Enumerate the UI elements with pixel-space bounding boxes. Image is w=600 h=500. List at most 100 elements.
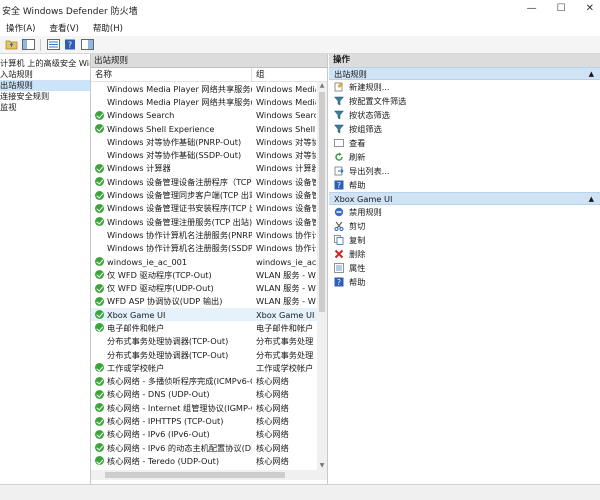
enabled-check-icon [95, 403, 104, 413]
menu-view[interactable]: 查看(V) [49, 22, 78, 34]
rule-row[interactable]: 核心网络 - Internet 组管理协议(IGMP-O... 核心网络 [91, 401, 327, 414]
minimize-icon[interactable]: — [527, 3, 537, 14]
rule-row[interactable]: 核心网络 - 多播侦听程序完成(ICMPv6-O... 核心网络 [91, 375, 327, 388]
action-item[interactable]: 删除 [329, 247, 600, 261]
tree-item-connection-security-rules[interactable]: 连接安全规则 [0, 91, 90, 102]
section-label: Xbox Game UI [334, 194, 393, 204]
rule-name: windows_ie_ac_001 [107, 256, 188, 267]
scroll-down-icon[interactable]: ▼ [317, 462, 327, 470]
maximize-icon[interactable]: ☐ [557, 3, 566, 14]
rule-row[interactable]: Windows 设备管理注册服务(TCP 出站) Windows 设备管 [91, 215, 327, 228]
action-item[interactable]: ? 帮助 [329, 178, 600, 192]
enabled-check-icon [95, 270, 104, 280]
action-item[interactable]: 刷新 [329, 150, 600, 164]
rule-name-cell: Windows Search [91, 110, 252, 120]
scroll-thumb[interactable] [319, 92, 325, 312]
rule-row[interactable]: Windows Search Windows Search [91, 109, 327, 122]
action-item[interactable]: 查看 [329, 136, 600, 150]
svg-text:?: ? [67, 41, 71, 50]
rule-name-cell: Windows Media Player 网络共享服务(U... [91, 96, 252, 108]
action-item[interactable]: 按状态筛选 [329, 108, 600, 122]
panel-toggle-icon[interactable] [80, 38, 94, 51]
rule-group: 分布式事务处理 [256, 336, 314, 347]
action-label: 按状态筛选 [349, 110, 390, 120]
rule-row[interactable]: Windows 设备管理证书安装程序(TCP 出... Windows 设备管 [91, 202, 327, 215]
rule-row[interactable]: 电子邮件和帐户 电子邮件和帐户 [91, 321, 327, 334]
menu-action[interactable]: 操作(A) [6, 22, 35, 34]
collapse-arrow-icon[interactable]: ▲ [589, 68, 594, 80]
rule-group: 核心网络 [256, 429, 289, 440]
action-label: 查看 [349, 138, 366, 148]
rule-group: 工作或学校帐户 [256, 362, 314, 373]
enabled-check-icon [95, 429, 104, 439]
rule-name: 核心网络 - Internet 组管理协议(IGMP-O... [107, 402, 252, 413]
properties-toolbar-icon[interactable] [46, 38, 60, 51]
tree-item-root[interactable]: 计算机 上的高级安全 Windo [0, 58, 90, 69]
rule-row[interactable]: Windows 设备管理同步客户端(TCP 出站) Windows 设备管 [91, 188, 327, 201]
rule-row[interactable]: Windows Shell Experience Windows Shell Ex [91, 122, 327, 135]
rule-row[interactable]: 核心网络 - DNS (UDP-Out) 核心网络 [91, 388, 327, 401]
action-item[interactable]: 禁用规则 [329, 205, 600, 219]
action-label: 按组筛选 [349, 124, 382, 134]
rule-row[interactable]: Xbox Game UI Xbox Game UI [91, 308, 327, 322]
rule-row[interactable]: 核心网络 - IPHTTPS (TCP-Out) 核心网络 [91, 414, 327, 427]
rule-row[interactable]: windows_ie_ac_001 windows_ie_ac_0 [91, 255, 327, 268]
action-item[interactable]: 属性 [329, 261, 600, 275]
rule-name: 仅 WFD 驱动程序(UDP-Out) [107, 283, 214, 294]
rule-row[interactable]: 核心网络 - Teredo (UDP-Out) 核心网络 [91, 454, 327, 467]
rule-row[interactable]: 分布式事务处理协调器(TCP-Out) 分布式事务处理 [91, 335, 327, 348]
delete-icon [334, 249, 344, 259]
close-icon[interactable]: ✕ [586, 3, 594, 14]
action-item[interactable]: 导出列表... [329, 164, 600, 178]
action-item[interactable]: 按配置文件筛选 [329, 94, 600, 108]
help-toolbar-icon[interactable]: ? [63, 38, 77, 51]
rule-row[interactable]: 核心网络 - IPv6 (IPv6-Out) 核心网络 [91, 428, 327, 441]
rule-row[interactable]: Windows 协作计算机名注册服务(PNRP-... Windows 协作计 [91, 228, 327, 241]
rule-row[interactable]: 核心网络 - IPv6 的动态主机配置协议(DH... 核心网络 [91, 441, 327, 454]
rule-row[interactable]: Windows Media Player 网络共享服务(U... Windows … [91, 82, 327, 95]
column-header-group[interactable]: 组 [252, 68, 265, 81]
enabled-check-icon [95, 110, 104, 120]
actions-title: 操作 [329, 54, 600, 67]
rule-name: Windows Media Player 网络共享服务(U... [107, 96, 252, 107]
action-item[interactable]: 剪切 [329, 219, 600, 233]
rule-row[interactable]: 仅 WFD 驱动程序(UDP-Out) WLAN 服务 - WF [91, 281, 327, 294]
menu-help[interactable]: 帮助(H) [93, 22, 123, 34]
enabled-check-icon [95, 323, 104, 333]
rule-row[interactable]: Windows Media Player 网络共享服务(U... Windows … [91, 95, 327, 108]
title-bar: 安全 Windows Defender 防火墙 — ☐ ✕ [0, 0, 600, 20]
rules-column-headers: 名称 组 [91, 68, 327, 82]
action-item[interactable]: 复制 [329, 233, 600, 247]
hscroll-thumb[interactable] [105, 472, 285, 478]
tree-item-outbound-rules[interactable]: 出站规则 [0, 80, 90, 91]
rules-vertical-scrollbar[interactable]: ▲ ▼ [317, 82, 327, 470]
properties-icon [334, 263, 344, 273]
rule-row[interactable]: Windows 设备管理设备注册程序（TCP ... Windows 设备管 [91, 175, 327, 188]
action-item[interactable]: 新建规则... [329, 80, 600, 94]
rule-row[interactable]: 工作或学校帐户 工作或学校帐户 [91, 361, 327, 374]
rule-row[interactable]: 仅 WFD 驱动程序(TCP-Out) WLAN 服务 - WF [91, 268, 327, 281]
rule-group: 分布式事务处理 [256, 349, 314, 360]
tree-item-inbound-rules[interactable]: 入站规则 [0, 69, 90, 80]
collapse-arrow-icon[interactable]: ▲ [589, 193, 594, 205]
rule-row[interactable]: Windows 对等协作基础(PNRP-Out) Windows 对等协作 [91, 135, 327, 148]
rule-row[interactable]: Windows 对等协作基础(SSDP-Out) Windows 对等协作 [91, 148, 327, 161]
up-folder-icon[interactable] [4, 38, 18, 51]
rule-row[interactable]: Windows 计算器 Windows 计算器 [91, 162, 327, 175]
show-tree-icon[interactable] [21, 38, 35, 51]
rule-row[interactable]: 分布式事务处理协调器(TCP-Out) 分布式事务处理 [91, 348, 327, 361]
rule-row[interactable]: Windows 协作计算机名注册服务(SSDP-... Windows 协作计 [91, 242, 327, 255]
disabled-rule-icon [95, 97, 104, 106]
action-item[interactable]: ? 帮助 [329, 275, 600, 289]
tree-item-monitoring[interactable]: 监视 [0, 102, 90, 113]
rule-row[interactable]: WFD ASP 协调协议(UDP 输出) WLAN 服务 - WF [91, 295, 327, 308]
scroll-up-icon[interactable]: ▲ [317, 82, 327, 90]
actions-section-selected-rule[interactable]: Xbox Game UI ▲ [329, 192, 600, 205]
action-item[interactable]: 按组筛选 [329, 122, 600, 136]
rule-name-cell: Windows 设备管理证书安装程序(TCP 出... [91, 202, 252, 214]
rule-name: 分布式事务处理协调器(TCP-Out) [107, 349, 229, 360]
column-header-name[interactable]: 名称 [91, 68, 252, 81]
actions-section-outbound-rules[interactable]: 出站规则 ▲ [329, 67, 600, 80]
rules-horizontal-scrollbar[interactable] [91, 470, 327, 480]
rule-name: Windows Search [107, 110, 175, 121]
